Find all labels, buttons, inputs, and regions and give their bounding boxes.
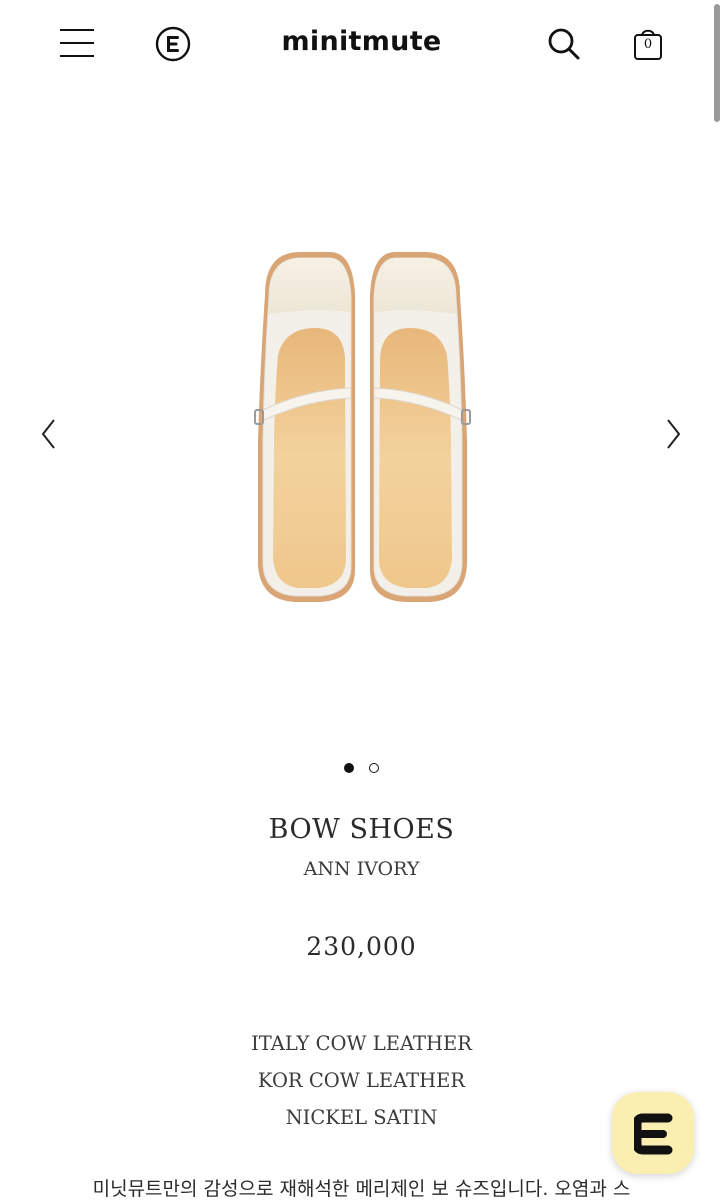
cart-count-badge: 0 xyxy=(643,37,653,52)
product-image[interactable] xyxy=(225,240,500,660)
chat-e-icon xyxy=(634,1113,673,1155)
product-price: 230,000 xyxy=(306,932,417,961)
chevron-right-icon[interactable] xyxy=(660,414,686,454)
right-shoe xyxy=(370,252,471,602)
product-name: BOW SHOES xyxy=(268,814,455,845)
pagination-dot-2[interactable] xyxy=(369,762,380,773)
gallery-pagination xyxy=(0,757,723,773)
hamburger-menu-icon[interactable] xyxy=(60,27,94,59)
chevron-left-icon[interactable] xyxy=(36,414,62,454)
chat-button[interactable] xyxy=(612,1092,694,1174)
product-description: 미닛뮤트만의 감성으로 재해석한 메리제인 보 슈즈입니다. 오염과 스 xyxy=(92,1178,631,1200)
material-item: ITALY COW LEATHER xyxy=(251,1032,472,1055)
shopping-bag-icon[interactable]: 0 xyxy=(632,26,664,62)
menu-line xyxy=(60,55,94,57)
brand-circle-e-icon[interactable] xyxy=(155,26,191,62)
search-icon[interactable] xyxy=(546,26,582,62)
scrollbar-thumb[interactable] xyxy=(714,4,720,122)
product-color: ANN IVORY xyxy=(303,858,420,880)
site-logo[interactable]: minitmute xyxy=(200,26,523,57)
site-header: minitmute 0 xyxy=(0,0,723,90)
menu-line xyxy=(60,42,94,44)
left-shoe xyxy=(254,252,355,602)
product-gallery xyxy=(0,200,723,680)
material-item: KOR COW LEATHER xyxy=(257,1069,466,1092)
menu-line xyxy=(60,29,94,31)
pagination-dot-1[interactable] xyxy=(343,762,354,773)
